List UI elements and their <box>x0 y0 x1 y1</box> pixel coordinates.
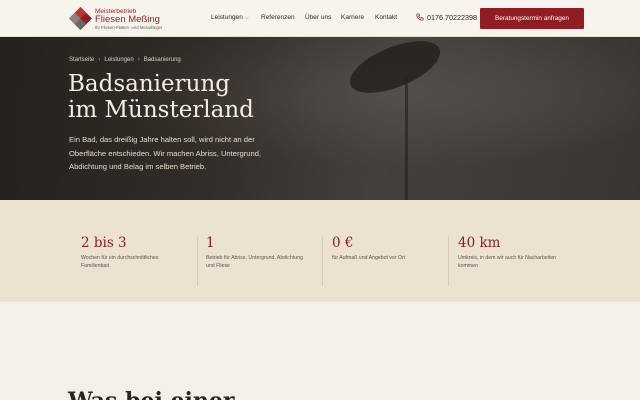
stat-description: Wochen für ein durchschnittliches Famili… <box>81 255 159 269</box>
breadcrumb-current: Badsanierung <box>143 57 181 63</box>
stat-value: 2 bis 3 <box>81 235 127 251</box>
divider <box>448 236 449 286</box>
chevron-right-icon: › <box>98 57 101 63</box>
stat-description: für Aufmaß und Angebot vor Ort <box>332 255 406 261</box>
stat-value: 1 <box>206 235 215 251</box>
nav-label: Leistungen <box>211 14 243 21</box>
stat-item: 40 km Umkreis, in dem wir auch für Nacha… <box>458 235 578 270</box>
site-header: Meisterbetrieb Fliesen Meßing Ihr Fliese… <box>0 0 640 37</box>
nav-label: Karriere <box>341 14 365 21</box>
chevron-right-icon: › <box>137 57 140 63</box>
stat-value: 0 € <box>332 235 354 251</box>
appointment-button[interactable]: Beratungstermin anfragen <box>480 8 584 29</box>
breadcrumb-home[interactable]: Startseite <box>69 57 94 63</box>
stats-band: 2 bis 3 Wochen für ein durchschnittliche… <box>0 200 640 302</box>
stat-item: 2 bis 3 Wochen für ein durchschnittliche… <box>81 235 201 270</box>
breadcrumb: Startseite › Leistungen › Badsanierung <box>69 57 181 63</box>
next-section: Was bei einer <box>0 302 640 400</box>
section-heading: Was bei einer <box>68 388 234 400</box>
divider <box>197 236 198 286</box>
phone-number: 0176 70222398 <box>427 13 477 22</box>
nav-item-ueber-uns[interactable]: Über uns <box>305 14 331 21</box>
title-line-1: Badsanierung <box>68 71 230 97</box>
stat-value: 40 km <box>458 235 501 251</box>
stat-description: Umkreis, in dem wir auch für Nacharbeite… <box>458 255 557 269</box>
stat-item: 0 € für Aufmaß und Angebot vor Ort <box>332 235 452 262</box>
title-line-2: im Münsterland <box>68 97 254 123</box>
nav-item-karriere[interactable]: Karriere <box>341 14 364 21</box>
phone-link[interactable]: 0176 70222398 <box>416 13 477 22</box>
stat-item: 1 Betrieb für Abriss, Untergrund, Abdich… <box>206 235 326 270</box>
logo-icon[interactable] <box>69 7 92 30</box>
brand-name: Fliesen Meßing <box>95 14 160 25</box>
hero-intro: Ein Bad, das dreißig Jahre halten soll, … <box>69 135 262 171</box>
chevron-down-icon: ⌵ <box>244 15 249 21</box>
nav-label: Referenzen <box>261 14 295 21</box>
nav-item-leistungen[interactable]: Leistungen ⌵ <box>211 14 249 21</box>
brand-tagline: Ihr Fliesen-Platten- und Mosaikleger <box>95 25 163 30</box>
stat-description: Betrieb für Abriss, Untergrund, Abdichtu… <box>206 255 303 269</box>
nav-label: Über uns <box>305 14 332 21</box>
nav-item-kontakt[interactable]: Kontakt <box>375 14 397 21</box>
page-title: Badsanierung im Münsterland <box>68 71 348 123</box>
nav-label: Kontakt <box>375 14 398 21</box>
brand-logo[interactable]: Meisterbetrieb Fliesen Meßing Ihr Fliese… <box>95 8 162 31</box>
phone-icon <box>416 13 424 21</box>
nav-item-referenzen[interactable]: Referenzen <box>261 14 295 21</box>
divider <box>322 236 323 286</box>
breadcrumb-leistungen[interactable]: Leistungen <box>104 57 133 63</box>
hero-section: Startseite › Leistungen › Badsanierung Badsa… <box>0 37 640 200</box>
